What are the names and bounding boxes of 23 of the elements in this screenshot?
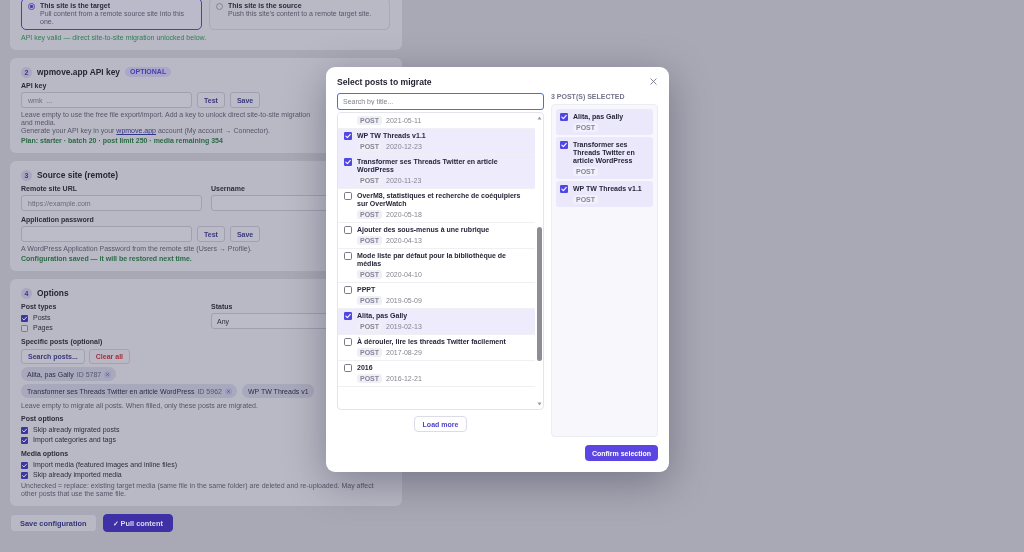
checkbox[interactable] — [21, 436, 28, 444]
checkbox[interactable] — [344, 338, 352, 346]
close-icon[interactable] — [650, 78, 657, 85]
checkbox[interactable] — [344, 286, 352, 294]
checkbox[interactable] — [344, 364, 352, 372]
checkbox[interactable] — [21, 461, 28, 469]
checkbox[interactable] — [21, 471, 28, 479]
checkbox[interactable] — [21, 314, 28, 322]
checkbox[interactable] — [21, 324, 28, 332]
checkbox[interactable] — [21, 426, 28, 434]
checkbox[interactable] — [344, 252, 352, 260]
checkbox[interactable] — [344, 192, 352, 200]
section-title: Source site (remote) — [37, 170, 118, 180]
section-title: Options — [37, 288, 69, 298]
scroll-up-icon[interactable] — [536, 116, 542, 120]
scrollbar-thumb[interactable] — [536, 227, 542, 361]
radio-button[interactable] — [28, 2, 35, 10]
dialog-title: Select posts to migrate — [337, 76, 432, 87]
section-title: wpmove.app API key — [37, 67, 120, 77]
password-field[interactable] — [21, 226, 192, 242]
checkbox[interactable] — [344, 226, 352, 234]
radio-button[interactable] — [216, 2, 223, 10]
scroll-down-icon[interactable] — [536, 402, 542, 406]
